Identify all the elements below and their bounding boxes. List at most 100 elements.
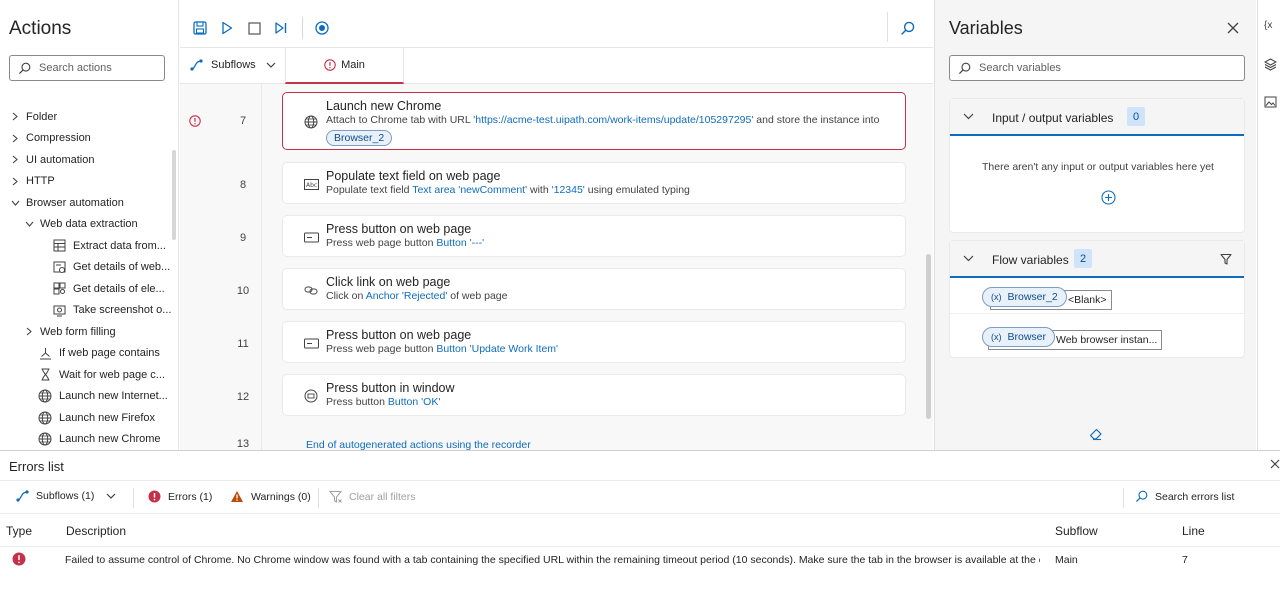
close-variables-button[interactable] [1227,22,1239,34]
variable-icon: (x) [991,332,1002,342]
action-tree-item[interactable]: UI automation [0,149,172,171]
description-text: with [527,184,552,196]
search-icon [900,21,915,36]
tab-main[interactable]: Main [285,48,404,84]
images-tab-button[interactable] [1264,96,1277,108]
column-header-type[interactable]: Type [6,524,32,538]
column-header-line[interactable]: Line [1182,524,1205,538]
save-button[interactable] [191,19,209,37]
search-flow-button[interactable] [898,19,916,37]
action-tree-item[interactable]: Extract data from... [0,235,172,257]
error-icon [12,552,26,566]
flow-variables-count: 2 [1074,249,1092,268]
action-tree-item[interactable]: If web page contains [0,343,172,365]
description-parameter: Anchor 'Rejected' [365,290,448,302]
action-tree-item[interactable]: Get details of web... [0,257,172,279]
errors-subflows-filter[interactable]: Subflows (1) [16,490,116,502]
action-tree-item[interactable]: Launch new Firefox [0,407,172,429]
table-row[interactable]: Failed to assume control of Chrome. No C… [0,547,1280,573]
variable-name-pill[interactable]: (x) Browser_2 [982,287,1067,307]
clear-unused-button[interactable] [1089,427,1103,441]
warnings-filter-toggle[interactable]: Warnings (0) [230,490,311,503]
filter-variables-button[interactable] [1220,253,1232,265]
actions-scrollbar[interactable] [172,150,176,240]
errors-subflows-label: Subflows (1) [36,490,95,502]
flow-step-card[interactable]: Abc Populate text field on web page Popula… [282,162,906,204]
line-number: 12 [236,391,250,403]
io-variables-header[interactable]: Input / output variables 0 [950,99,1244,136]
variables-tab-button[interactable]: {x [1264,20,1272,31]
flow-step-title: Press button in window [326,381,455,395]
chevron-right-icon[interactable] [10,133,20,143]
run-button[interactable] [218,19,236,37]
flow-variable-row[interactable]: <Blank> (x) Browser_2 [950,280,1246,314]
action-tree-item[interactable]: Launch new Internet... [0,386,172,408]
action-tree-label: UI automation [26,153,95,166]
ui-elements-tab-button[interactable] [1264,58,1277,71]
action-tree-item[interactable]: Folder [0,106,172,128]
clear-filters-label: Clear all filters [349,490,416,503]
variable-name: Browser_2 [1007,291,1058,303]
search-errors-input[interactable]: Search errors list [1135,490,1234,503]
action-tree-item[interactable]: Launch new Chrome [0,429,172,451]
action-tree-item[interactable]: Compression [0,128,172,150]
error-icon[interactable] [189,115,201,127]
toolbar-divider [302,17,303,39]
errors-filter-label: Errors (1) [168,490,213,503]
button-icon [303,229,319,245]
subflows-dropdown[interactable]: Subflows [190,59,276,71]
chevron-right-icon[interactable] [24,327,34,337]
action-tree-item[interactable]: Take screenshot o... [0,300,172,322]
column-header-subflow[interactable]: Subflow [1055,524,1098,538]
close-errors-button[interactable] [1270,459,1280,469]
action-tree-item[interactable]: Browser automation [0,192,172,214]
errors-toolbar: Subflows (1) Errors (1) Warnings (0) Cle… [0,480,1280,514]
chevron-down-icon[interactable] [24,219,34,229]
search-variables-input[interactable]: Search variables [949,55,1245,81]
action-tree-item[interactable]: Wait for web page c... [0,364,172,386]
variable-name-pill[interactable]: (x) Browser [982,327,1056,347]
io-variables-label: Input / output variables [992,111,1114,125]
clear-filters-button[interactable]: Clear all filters [329,490,416,503]
window-button-icon [303,388,319,404]
record-button[interactable] [313,19,331,37]
flow-step-card[interactable]: Press button on web page Press web page b… [282,321,906,363]
description-parameter: '12345' [551,184,585,196]
action-tree-item[interactable]: Web data extraction [0,214,172,236]
flow-variable-row[interactable]: Web browser instan... (x) Browser [950,315,1246,350]
action-tree-item[interactable]: HTTP [0,171,172,193]
errors-title: Errors list [9,459,64,474]
layers-icon [1264,58,1277,71]
close-icon [1227,22,1239,34]
end-of-recorder-label[interactable]: End of autogenerated actions using the r… [306,439,531,450]
line-gutter: 7 8 9 10 11 12 13 [180,84,262,450]
action-tree-item[interactable]: Get details of ele... [0,278,172,300]
actions-title: Actions [9,18,72,39]
flow-step-card[interactable]: Click link on web page Click on Anchor 'R… [282,268,906,310]
flow-step-title: Populate text field on web page [326,169,501,183]
toolbar-divider [887,12,888,42]
flow-step-card[interactable]: Press button on web page Press web page b… [282,215,906,257]
chevron-right-icon[interactable] [10,176,20,186]
action-tree-item[interactable]: Web form filling [0,321,172,343]
globe-icon [38,432,52,446]
flow-step-title: Launch new Chrome [326,99,442,113]
search-actions-input[interactable]: Search actions [9,55,165,81]
globe-icon [303,114,319,130]
chevron-right-icon[interactable] [10,155,20,165]
variable-pill[interactable]: Browser_2 [326,130,393,146]
flow-step-card[interactable]: Press button in window Press button Butto… [282,374,906,416]
add-io-variable-button[interactable] [1101,190,1116,205]
flow-variables-header[interactable]: Flow variables 2 [950,241,1244,278]
next-step-button[interactable] [272,19,290,37]
chevron-down-icon[interactable] [10,198,20,208]
column-header-description[interactable]: Description [66,524,126,538]
flow-scrollbar[interactable] [926,254,931,419]
stop-button[interactable] [245,19,263,37]
chevron-down-icon [963,113,974,120]
flow-step-card[interactable]: Launch new Chrome Attach to Chrome tab wi… [282,92,906,150]
errors-filter-toggle[interactable]: Errors (1) [148,490,212,503]
variables-title: Variables [949,18,1023,38]
chevron-right-icon[interactable] [10,112,20,122]
description-text: using emulated typing [584,184,690,196]
